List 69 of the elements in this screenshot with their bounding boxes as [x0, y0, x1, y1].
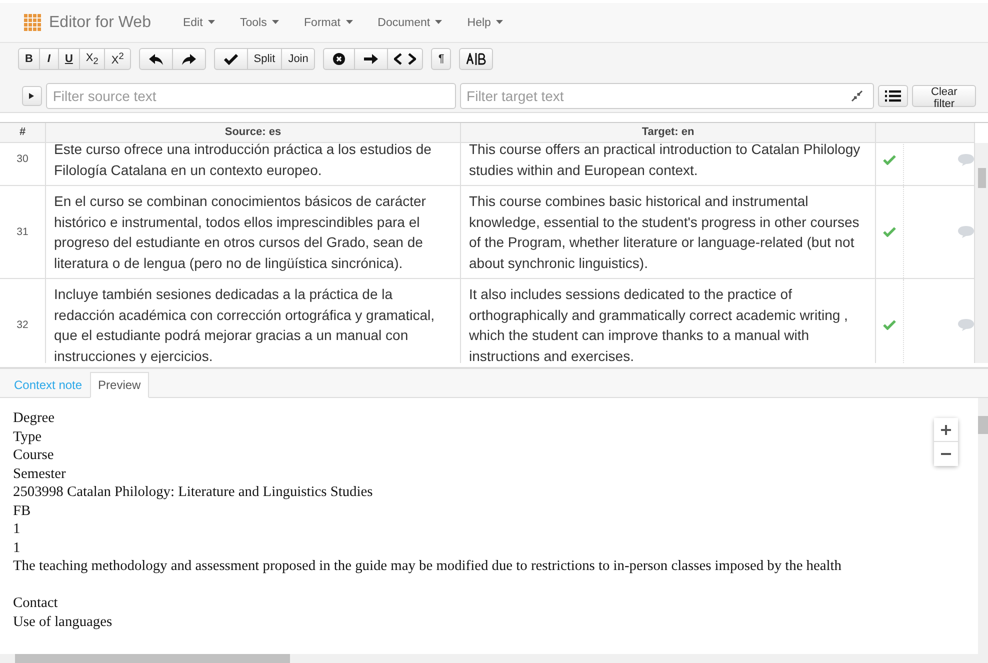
- column-header: #: [0, 123, 46, 142]
- undo-arrow-icon: [148, 53, 163, 65]
- preview-line: Degree: [13, 409, 55, 428]
- target-filter-field[interactable]: Filter target text: [460, 82, 874, 108]
- clear-button[interactable]: [323, 48, 356, 70]
- app-title: Editor for Web: [49, 14, 151, 32]
- caret-icon: [346, 20, 353, 24]
- horizontal-scrollbar[interactable]: [0, 654, 988, 663]
- source-cell[interactable]: Este curso ofrece una introducción práctica a los estudios de Filología Catalana en un contexto europeo.: [46, 143, 461, 185]
- grid-logo-icon: [24, 14, 42, 32]
- scrollbar[interactable]: [978, 398, 988, 654]
- plus-icon: [941, 424, 951, 434]
- row-number: 30: [0, 143, 46, 185]
- italic-button[interactable]: I: [38, 48, 59, 70]
- expand-button[interactable]: [22, 86, 42, 106]
- preview-line: Contact: [13, 594, 58, 612]
- redo-arrow-icon: [182, 53, 196, 65]
- triangle-right-icon: [29, 92, 34, 98]
- tab[interactable]: Preview: [90, 372, 149, 398]
- text-button[interactable]: Join: [281, 48, 316, 70]
- list-button[interactable]: [878, 84, 908, 106]
- target-cell[interactable]: This course offers an practical introduction to Catalan Philology studies within and European context.: [461, 143, 876, 185]
- list-icon: [884, 90, 901, 102]
- column-header: Source: es: [46, 123, 461, 142]
- preview-line: Course: [13, 446, 54, 464]
- zoom-out-button[interactable]: [934, 442, 958, 466]
- preview-line: Semester: [13, 464, 66, 483]
- menu-item[interactable]: Document: [378, 16, 442, 28]
- clear-filter-button[interactable]: Clear filter: [912, 84, 976, 106]
- confirm-button[interactable]: [214, 48, 248, 70]
- angle-brackets-icon: [394, 53, 416, 65]
- bold-button[interactable]: B: [18, 48, 40, 70]
- caret-icon: [272, 20, 280, 24]
- sup-button[interactable]: X$^{2}$: [104, 48, 131, 70]
- spell-button[interactable]: [459, 48, 494, 70]
- source-cell[interactable]: En el curso se combinan conocimientos básicos de carácter histórico e instrumental, todos ellos imprescindibles para el progreso del estudiante en otros cursos del Grado, sean de literatura o de lengua (pero no de lingüística sincrónica).: [46, 186, 461, 278]
- caret-icon: [496, 20, 504, 24]
- menu-item[interactable]: Edit: [182, 16, 215, 28]
- circle-x-icon: [333, 53, 346, 65]
- preview-line: 1: [13, 538, 20, 557]
- menu-item[interactable]: Help: [467, 16, 504, 28]
- sub-button[interactable]: X$_{2}$: [78, 48, 106, 70]
- zoom-in-button[interactable]: [934, 418, 958, 442]
- scrollbar[interactable]: [975, 143, 988, 363]
- tags-button[interactable]: [387, 48, 424, 70]
- checkmark-icon: [224, 53, 238, 65]
- copy-button[interactable]: [354, 48, 388, 70]
- menu-item[interactable]: Tools: [240, 16, 280, 28]
- text-button[interactable]: Split: [246, 48, 282, 70]
- column-header: Target: en: [461, 123, 876, 142]
- caret-icon: [435, 20, 442, 24]
- preview-line: The teaching methodology and assessment proposed in the guide may be modified due to restrictions to in-person classes imposed by the health: [13, 557, 842, 576]
- spellcheck-icon: [466, 53, 486, 65]
- redo-button[interactable]: [172, 48, 206, 70]
- menu-item[interactable]: Format: [304, 16, 353, 28]
- preview-line: Use of languages: [13, 612, 112, 631]
- right-arrow-icon: [364, 53, 378, 65]
- source-filter-field[interactable]: Filter source text: [46, 82, 456, 108]
- preview-line: 2503998 Catalan Philology: Literature and Linguistics Studies: [13, 483, 373, 502]
- caret-icon: [208, 20, 215, 24]
- swap-icon[interactable]: [850, 88, 864, 102]
- undo-button[interactable]: [138, 48, 173, 70]
- preview-line: FB: [13, 502, 31, 520]
- text-button[interactable]: ¶: [431, 48, 452, 70]
- preview-line: Type: [13, 428, 42, 446]
- underline-button[interactable]: U: [58, 48, 80, 70]
- preview-line: 1: [13, 520, 20, 538]
- target-cell[interactable]: This course combines basic historical and instrumental knowledge, essential to the student's progress in other courses of the Program, whether literature or language-related (but not about synchronic linguistics).: [461, 186, 876, 278]
- row-number: 31: [0, 186, 46, 278]
